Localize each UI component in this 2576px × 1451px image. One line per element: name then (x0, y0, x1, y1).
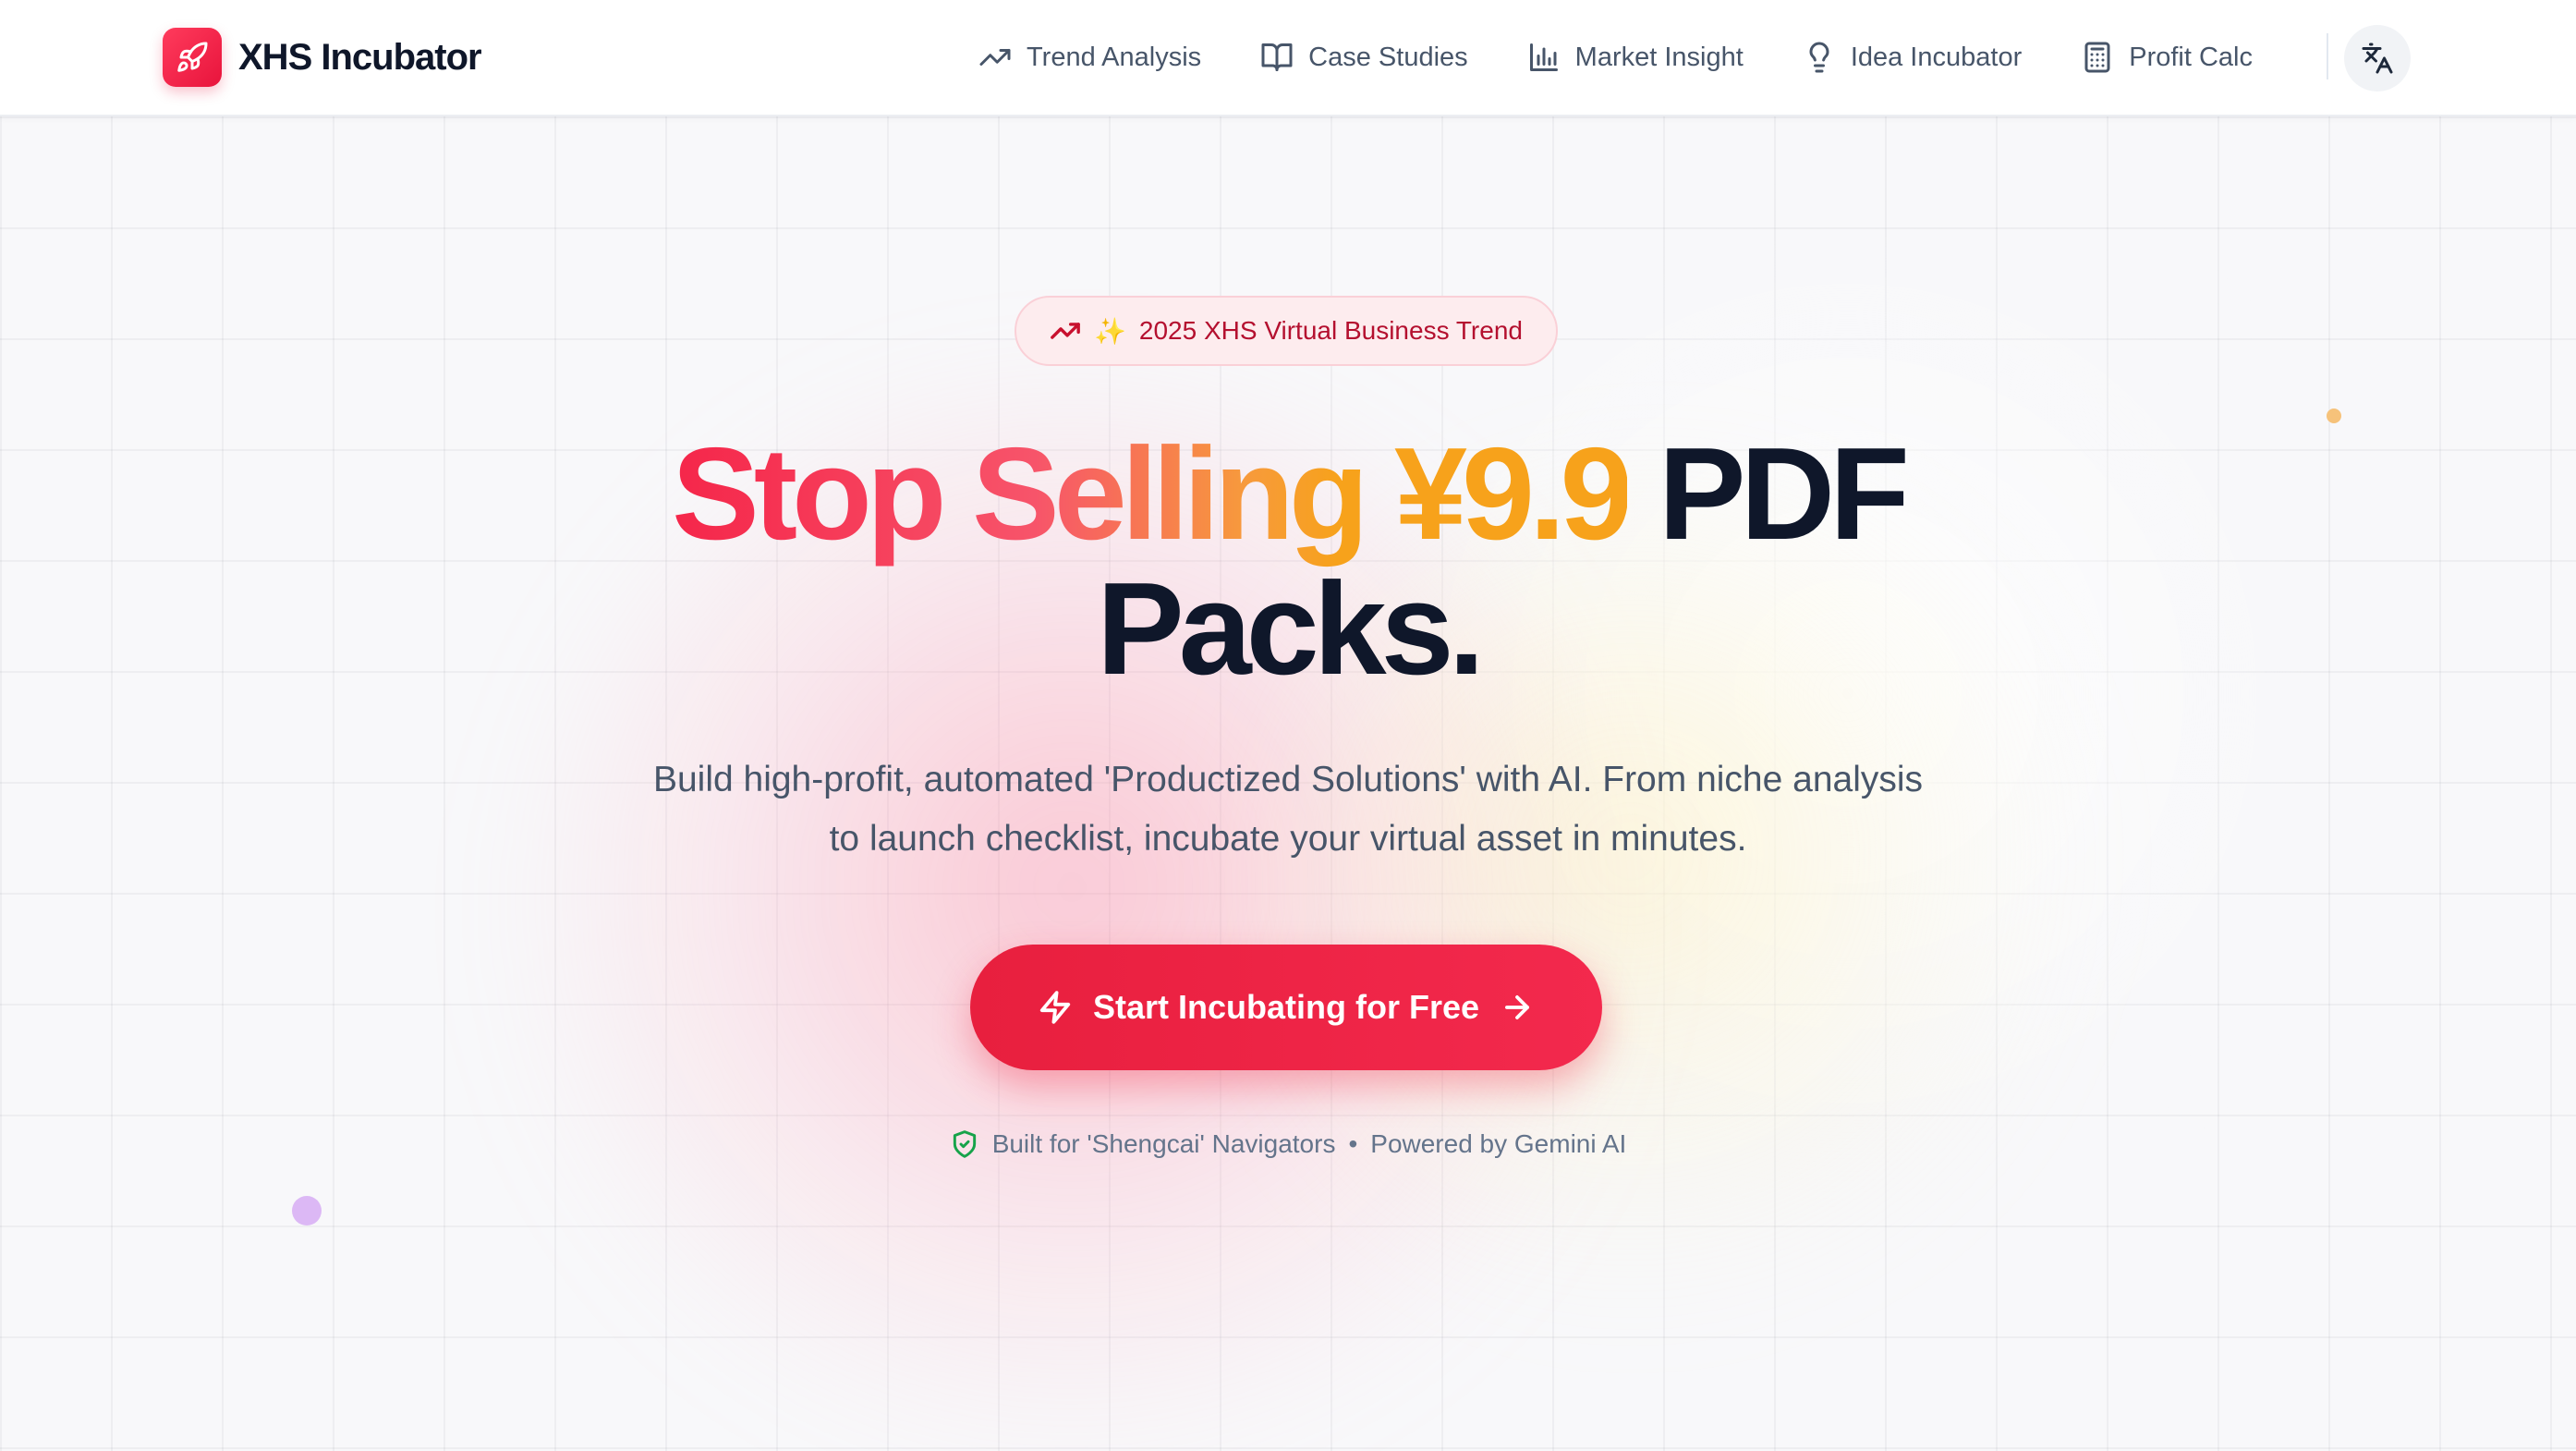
nav-item-label: Trend Analysis (1027, 42, 1202, 72)
nav-divider (2327, 33, 2328, 79)
cta-label: Start Incubating for Free (1092, 988, 1480, 1026)
footnote-left: Built for 'Shengcai' Navigators (991, 1129, 1336, 1158)
nav-item-profit-calc[interactable]: Profit Calc (2081, 41, 2253, 74)
trend-up-icon (979, 49, 1011, 66)
brand-home-link[interactable]: XHS Incubator (163, 28, 482, 87)
calculator-icon (2084, 42, 2110, 73)
top-navbar: XHS Incubator Trend Analysis Case Studie… (0, 0, 2576, 116)
hero-headline: Stop Selling ¥9.9 PDF Packs. (0, 427, 2576, 697)
language-toggle-button[interactable] (2344, 25, 2411, 91)
headline-line-1: Stop Selling ¥9.9 PDF (0, 427, 2576, 562)
headline-highlight: Stop Selling ¥9.9 (672, 421, 1633, 567)
bar-chart-icon (1529, 43, 1558, 71)
sparkles-icon: ✨ (1094, 316, 1126, 346)
hero-footnote: Built for 'Shengcai' Navigators • Powere… (0, 1129, 2576, 1159)
lightning-icon (1039, 991, 1071, 1024)
footnote-right: Powered by Gemini AI (1370, 1129, 1627, 1158)
footnote-separator: • (1348, 1129, 1358, 1158)
headline-line-2: Packs. (1096, 555, 1485, 702)
nav-item-label: Profit Calc (2129, 42, 2253, 72)
lightbulb-icon (1809, 42, 1829, 73)
headline-dark-text: PDF (1658, 421, 1910, 567)
nav-item-case-studies[interactable]: Case Studies (1260, 41, 1468, 74)
hero-subtitle: Build high-profit, automated 'Productize… (652, 760, 1924, 859)
trend-up-icon (1051, 323, 1080, 339)
nav-item-trend-analysis[interactable]: Trend Analysis (978, 41, 1201, 74)
nav-item-label: Idea Incubator (1850, 42, 2023, 72)
arrow-right-icon (1505, 995, 1529, 1019)
start-incubating-button[interactable]: Start Incubating for Free (970, 945, 1602, 1070)
nav-item-label: Market Insight (1574, 42, 1744, 72)
page: XHS Incubator Trend Analysis Case Studie… (0, 0, 2576, 1451)
book-open-icon (1261, 43, 1293, 71)
brand-name: XHS Incubator (238, 36, 482, 78)
trend-badge: ✨ 2025 XHS Virtual Business Trend (1015, 296, 1558, 366)
decorative-dot-orange (2327, 408, 2341, 423)
main-nav: Trend Analysis Case Studies Market Insig… (978, 28, 2253, 87)
nav-item-idea-incubator[interactable]: Idea Incubator (1803, 41, 2022, 74)
nav-item-label: Case Studies (1308, 42, 1468, 72)
nav-item-market-insight[interactable]: Market Insight (1527, 41, 1744, 74)
translate-icon (2362, 43, 2393, 74)
shield-check-icon (953, 1130, 976, 1158)
decorative-dot-purple (292, 1196, 322, 1225)
rocket-icon (163, 28, 222, 87)
badge-text: 2025 XHS Virtual Business Trend (1138, 316, 1523, 345)
